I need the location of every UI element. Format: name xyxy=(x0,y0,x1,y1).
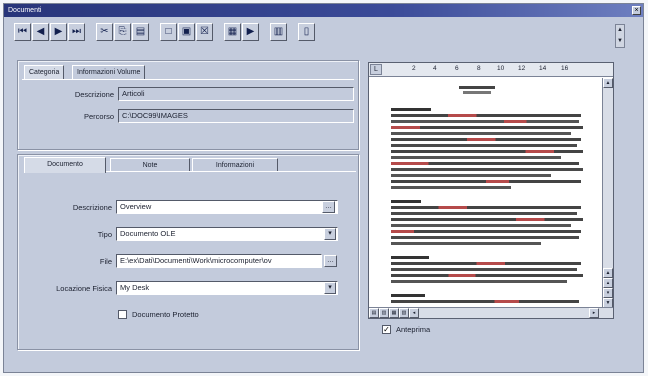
find-icon[interactable]: ▦ xyxy=(224,23,241,41)
preview-vertical-scrollbar[interactable]: ▲ ▲ ▴ ▾ ▼ xyxy=(602,78,613,309)
tab-documento[interactable]: Documento xyxy=(24,157,106,173)
ruler-tick: 10 xyxy=(497,65,505,72)
list-icon[interactable]: ▥ xyxy=(270,23,287,41)
previous-record-icon[interactable]: ◀ xyxy=(32,23,49,41)
ruler-tick: 8 xyxy=(477,65,481,72)
new-icon[interactable]: □ xyxy=(160,23,177,41)
first-record-icon[interactable]: ⏮ xyxy=(14,23,31,41)
ruler-tick: 4 xyxy=(433,65,437,72)
last-record-icon[interactable]: ⏭ xyxy=(68,23,85,41)
ellipsis-button[interactable]: … xyxy=(322,201,335,213)
document-description-field[interactable]: Overview xyxy=(116,200,338,214)
ruler-tick: 12 xyxy=(518,65,526,72)
title-bar: Documenti × xyxy=(4,4,643,17)
category-panel: Categoria Informazioni Volume Descrizion… xyxy=(17,60,359,150)
page-up-icon[interactable]: ▴ xyxy=(603,278,613,288)
window-scrollbar[interactable]: ▲ ▼ xyxy=(615,24,625,48)
tab-note[interactable]: Note xyxy=(110,158,190,172)
ruler-tick: 6 xyxy=(455,65,459,72)
view-layout-icon[interactable]: ▥ xyxy=(379,308,389,318)
browse-button[interactable]: … xyxy=(324,255,337,267)
close-icon[interactable]: × xyxy=(632,6,641,15)
window-title: Documenti xyxy=(8,7,42,14)
documents-window: Documenti × ⏮ ◀ ▶ ⏭ ✂ ⎘ ▤ □ ▣ ☒ ▦ ▶ ▥ ▯ … xyxy=(3,3,644,373)
exit-icon[interactable]: ▯ xyxy=(298,23,315,41)
scroll-right-icon[interactable]: ▸ xyxy=(589,308,599,318)
category-path-field[interactable]: C:\DOC99\IMAGES xyxy=(118,109,354,123)
document-protected-label: Documento Protetto xyxy=(132,310,199,319)
document-panel: Documento Note Informazioni Descrizione … xyxy=(17,154,359,350)
divider xyxy=(22,79,354,80)
ruler-tick: 2 xyxy=(412,65,416,72)
ruler-tick: 16 xyxy=(561,65,569,72)
preview-horizontal-scrollbar[interactable]: ▤ ▥ ▦ ▧ ◂ ▸ xyxy=(369,307,613,318)
scroll-up-icon[interactable]: ▲ xyxy=(603,78,613,88)
preview-page xyxy=(369,78,601,309)
category-description-label: Descrizione xyxy=(74,90,114,99)
view-page-icon[interactable]: ▦ xyxy=(389,308,399,318)
document-file-field[interactable]: E:\ex\Dati\Documenti\Work\microcomputer\… xyxy=(116,254,322,268)
document-file-label: File xyxy=(99,257,112,266)
scroll-down-icon[interactable]: ▼ xyxy=(616,36,624,47)
ruler: L 2 4 6 8 10 12 14 16 xyxy=(369,63,613,77)
ruler-tick: 14 xyxy=(539,65,547,72)
cut-icon[interactable]: ✂ xyxy=(96,23,113,41)
tab-informazioni-volume[interactable]: Informazioni Volume xyxy=(72,65,146,79)
play-icon[interactable]: ▶ xyxy=(242,23,259,41)
document-protected-checkbox[interactable] xyxy=(118,310,127,319)
toolbar: ⏮ ◀ ▶ ⏭ ✂ ⎘ ▤ □ ▣ ☒ ▦ ▶ ▥ ▯ xyxy=(14,23,614,45)
scroll-up-icon[interactable]: ▲ xyxy=(603,268,613,278)
copy-icon[interactable]: ⎘ xyxy=(114,23,131,41)
scroll-up-icon[interactable]: ▲ xyxy=(616,25,624,36)
document-preview: L 2 4 6 8 10 12 14 16 ▲ ▲ ▴ ▾ ▼ ▤ ▥ ▦ ▧ … xyxy=(368,62,614,319)
view-normal-icon[interactable]: ▤ xyxy=(369,308,379,318)
category-path-label: Percorso xyxy=(83,112,114,121)
scroll-left-icon[interactable]: ◂ xyxy=(409,308,419,318)
divider xyxy=(106,171,356,172)
tab-categoria[interactable]: Categoria xyxy=(24,65,65,79)
view-outline-icon[interactable]: ▧ xyxy=(399,308,409,318)
tab-informazioni[interactable]: Informazioni xyxy=(192,158,278,172)
document-type-select[interactable]: Documento OLE xyxy=(116,227,338,241)
preview-checkbox[interactable]: ✓ xyxy=(382,325,391,334)
document-location-label: Locazione Fisica xyxy=(56,284,112,293)
next-record-icon[interactable]: ▶ xyxy=(50,23,67,41)
save-icon[interactable]: ▣ xyxy=(178,23,195,41)
chevron-down-icon[interactable]: ▾ xyxy=(324,228,336,240)
paste-icon[interactable]: ▤ xyxy=(132,23,149,41)
preview-checkbox-label: Anteprima xyxy=(396,325,431,334)
category-description-field[interactable]: Articoli xyxy=(118,87,354,101)
document-type-label: Tipo xyxy=(97,230,112,239)
document-location-select[interactable]: My Desk xyxy=(116,281,338,295)
chevron-down-icon[interactable]: ▾ xyxy=(324,282,336,294)
page-down-icon[interactable]: ▾ xyxy=(603,288,613,298)
delete-icon[interactable]: ☒ xyxy=(196,23,213,41)
tab-stop-icon[interactable]: L xyxy=(370,64,382,75)
document-description-label: Descrizione xyxy=(72,203,112,212)
